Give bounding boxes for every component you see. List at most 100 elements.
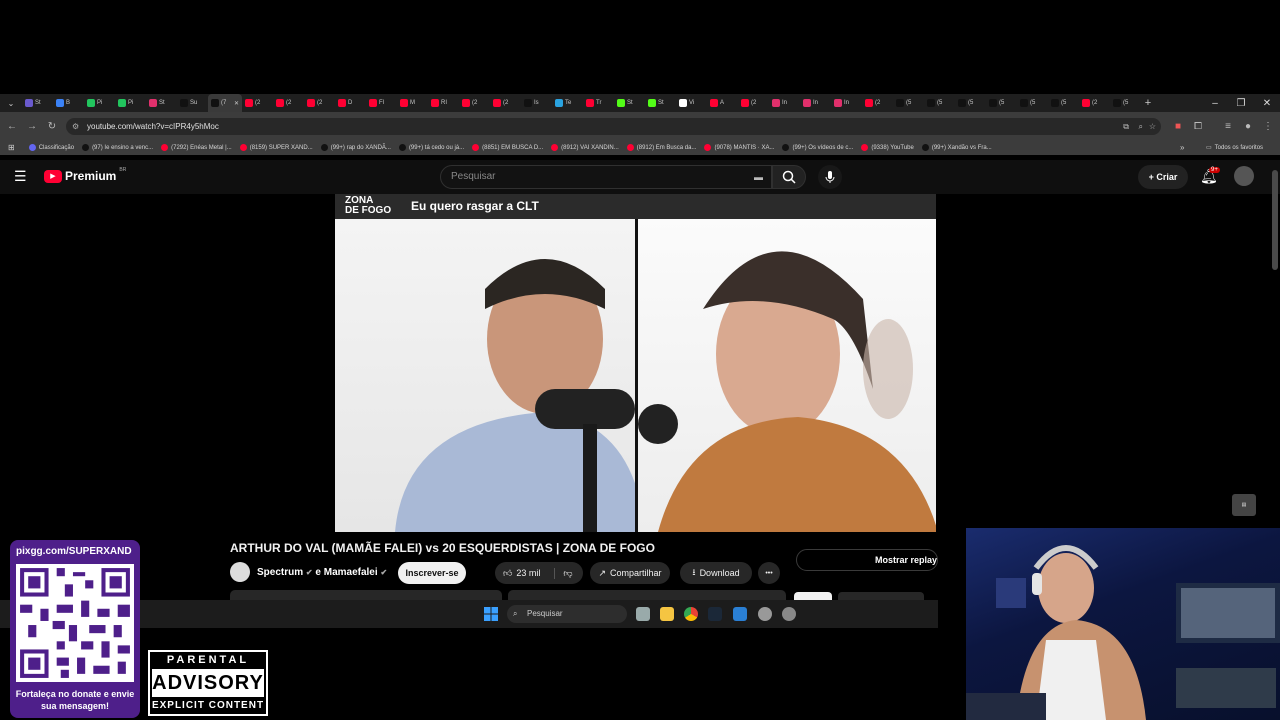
extension-icon[interactable]: ■ <box>1170 118 1186 135</box>
dislike-icon[interactable]: 👎︎ <box>554 567 573 579</box>
miniplayer-icon[interactable]: ▤ <box>1232 494 1256 516</box>
browser-tab[interactable]: D <box>335 94 366 112</box>
zoom-icon[interactable]: ⌕ <box>1139 118 1143 135</box>
browser-tab[interactable]: In <box>800 94 831 112</box>
browser-tab[interactable]: St <box>614 94 645 112</box>
steam-icon[interactable] <box>708 607 722 621</box>
create-button[interactable]: + Criar <box>1138 165 1188 189</box>
profile-avatar-icon[interactable]: ● <box>1240 118 1256 135</box>
maximize-icon[interactable]: ❐ <box>1228 94 1254 112</box>
browser-tab[interactable]: (5 <box>924 94 955 112</box>
video-player[interactable]: ZONA DE FOGO Eu quero rasgar a CLT <box>335 194 936 532</box>
browser-tab[interactable]: (2 <box>273 94 304 112</box>
channel-avatar[interactable] <box>230 562 250 582</box>
browser-tab[interactable]: Te <box>552 94 583 112</box>
browser-tab[interactable]: (7 ✕ <box>208 94 242 112</box>
browser-tab[interactable]: (2 <box>490 94 521 112</box>
windows-start-icon[interactable] <box>484 607 498 621</box>
browser-tab[interactable]: St <box>146 94 177 112</box>
install-icon[interactable]: ⧉ <box>1123 118 1129 135</box>
browser-tab[interactable]: (5 <box>1110 94 1141 112</box>
browser-tab[interactable]: Vi <box>676 94 707 112</box>
like-count[interactable]: 23 mil <box>516 568 540 578</box>
bookmark-item[interactable]: (9338) YouTube <box>861 144 914 151</box>
browser-tab[interactable]: (5 <box>986 94 1017 112</box>
account-avatar[interactable] <box>1234 166 1254 186</box>
browser-tab[interactable]: (5 <box>1048 94 1079 112</box>
bookmark-item[interactable]: (99+) Os vídeos de c... <box>782 144 853 151</box>
media-controls-icon[interactable]: ≡ <box>1220 118 1236 135</box>
close-tab-icon[interactable]: ✕ <box>234 100 239 107</box>
browser-menu-icon[interactable]: ⋮ <box>1260 118 1276 135</box>
browser-tab[interactable]: Pi <box>115 94 146 112</box>
taskbar-search-input[interactable]: ⌕ Pesquisar <box>507 605 627 623</box>
browser-tab[interactable]: (2 <box>862 94 893 112</box>
apps-grid-icon[interactable]: ⊞ <box>8 143 15 152</box>
bookmark-star-icon[interactable]: ☆ <box>1149 118 1156 135</box>
bookmark-item[interactable]: (7292) Enéas Metal |... <box>161 144 232 151</box>
browser-tab[interactable]: B <box>53 94 84 112</box>
browser-tab[interactable]: In <box>769 94 800 112</box>
forward-icon[interactable]: → <box>24 118 40 135</box>
more-actions-button[interactable]: ••• <box>758 562 780 584</box>
app-icon[interactable] <box>758 607 772 621</box>
description-box[interactable] <box>230 590 502 600</box>
chip-all[interactable] <box>794 592 832 600</box>
close-window-icon[interactable]: ✕ <box>1254 94 1280 112</box>
browser-tab[interactable]: St <box>22 94 53 112</box>
browser-tab[interactable]: (2 <box>738 94 769 112</box>
browser-tab[interactable]: Pi <box>84 94 115 112</box>
extensions-puzzle-icon[interactable]: ⧠ <box>1190 118 1206 135</box>
browser-tab[interactable]: RI <box>428 94 459 112</box>
youtube-logo[interactable]: ▶ Premium BR <box>44 167 126 183</box>
address-bar[interactable]: ⚙ youtube.com/watch?v=cIPR4y5hMoc ⧉ ⌕ ☆ <box>66 118 1161 135</box>
browser-tab[interactable]: (2 <box>304 94 335 112</box>
browser-tab[interactable]: In <box>831 94 862 112</box>
file-explorer-icon[interactable] <box>660 607 674 621</box>
browser-tab[interactable]: A <box>707 94 738 112</box>
browser-tab[interactable]: St <box>645 94 676 112</box>
minimize-icon[interactable]: – <box>1202 94 1228 112</box>
youtube-search-input[interactable]: Pesquisar ▬ <box>440 165 772 189</box>
share-button[interactable]: ↗ Compartilhar <box>590 562 670 584</box>
bookmark-item[interactable]: (99+) Xandão vs Fra... <box>921 144 992 151</box>
chat-replay-button[interactable]: Mostrar replay do <box>796 549 938 571</box>
like-icon[interactable]: 👍︎ <box>503 568 512 579</box>
reload-icon[interactable]: ↻ <box>44 118 60 135</box>
settings-gear-icon[interactable] <box>782 607 796 621</box>
browser-tab[interactable]: Fl <box>366 94 397 112</box>
bookmark-item[interactable]: Classificação <box>28 144 74 151</box>
bookmark-item[interactable]: (9078) MANTIS · XA... <box>704 144 774 151</box>
new-tab-button[interactable]: + <box>1141 97 1155 109</box>
keyboard-icon[interactable]: ▬ <box>754 166 763 188</box>
bookmark-item[interactable]: (8851) EM BUSCA D... <box>472 144 543 151</box>
youtube-search-button[interactable] <box>772 165 806 189</box>
all-favorites-folder[interactable]: ▭ Todos os favoritos <box>1206 144 1263 152</box>
task-view-icon[interactable] <box>636 607 650 621</box>
bookmark-item[interactable]: (99+) rap do XANDÃ... <box>320 144 391 151</box>
voice-search-button[interactable] <box>818 165 842 189</box>
browser-tab[interactable]: M <box>397 94 428 112</box>
channel-names[interactable]: Spectrum ✔ e Mamaefalei ✔ <box>257 567 387 578</box>
browser-tab[interactable]: (5 <box>893 94 924 112</box>
browser-tab[interactable]: Is <box>521 94 552 112</box>
store-icon[interactable] <box>733 607 747 621</box>
browser-tab[interactable]: (5 <box>955 94 986 112</box>
browser-tab[interactable]: Su <box>177 94 208 112</box>
bookmark-item[interactable]: (8912) Em Busca da... <box>626 144 696 151</box>
subscribe-button[interactable]: Inscrever-se <box>398 562 466 584</box>
back-icon[interactable]: ← <box>4 118 20 135</box>
browser-tab[interactable]: Tr <box>583 94 614 112</box>
chip-news[interactable] <box>838 592 924 600</box>
browser-tab[interactable]: (2 <box>1079 94 1110 112</box>
chrome-icon[interactable] <box>684 607 698 621</box>
browser-tab[interactable]: (5 <box>1017 94 1048 112</box>
site-info-icon[interactable]: ⚙ <box>72 118 79 135</box>
page-scrollbar[interactable] <box>1272 170 1278 270</box>
browser-tab[interactable]: (2 <box>242 94 273 112</box>
browser-tab[interactable]: (2 <box>459 94 490 112</box>
bookmark-item[interactable]: (99+) tá cedo ou já... <box>398 144 464 151</box>
more-bookmarks-icon[interactable]: » <box>1180 143 1184 152</box>
download-button[interactable]: ⭳ Download <box>680 562 752 584</box>
bookmark-item[interactable]: (8159) SUPER XAND... <box>239 144 313 151</box>
